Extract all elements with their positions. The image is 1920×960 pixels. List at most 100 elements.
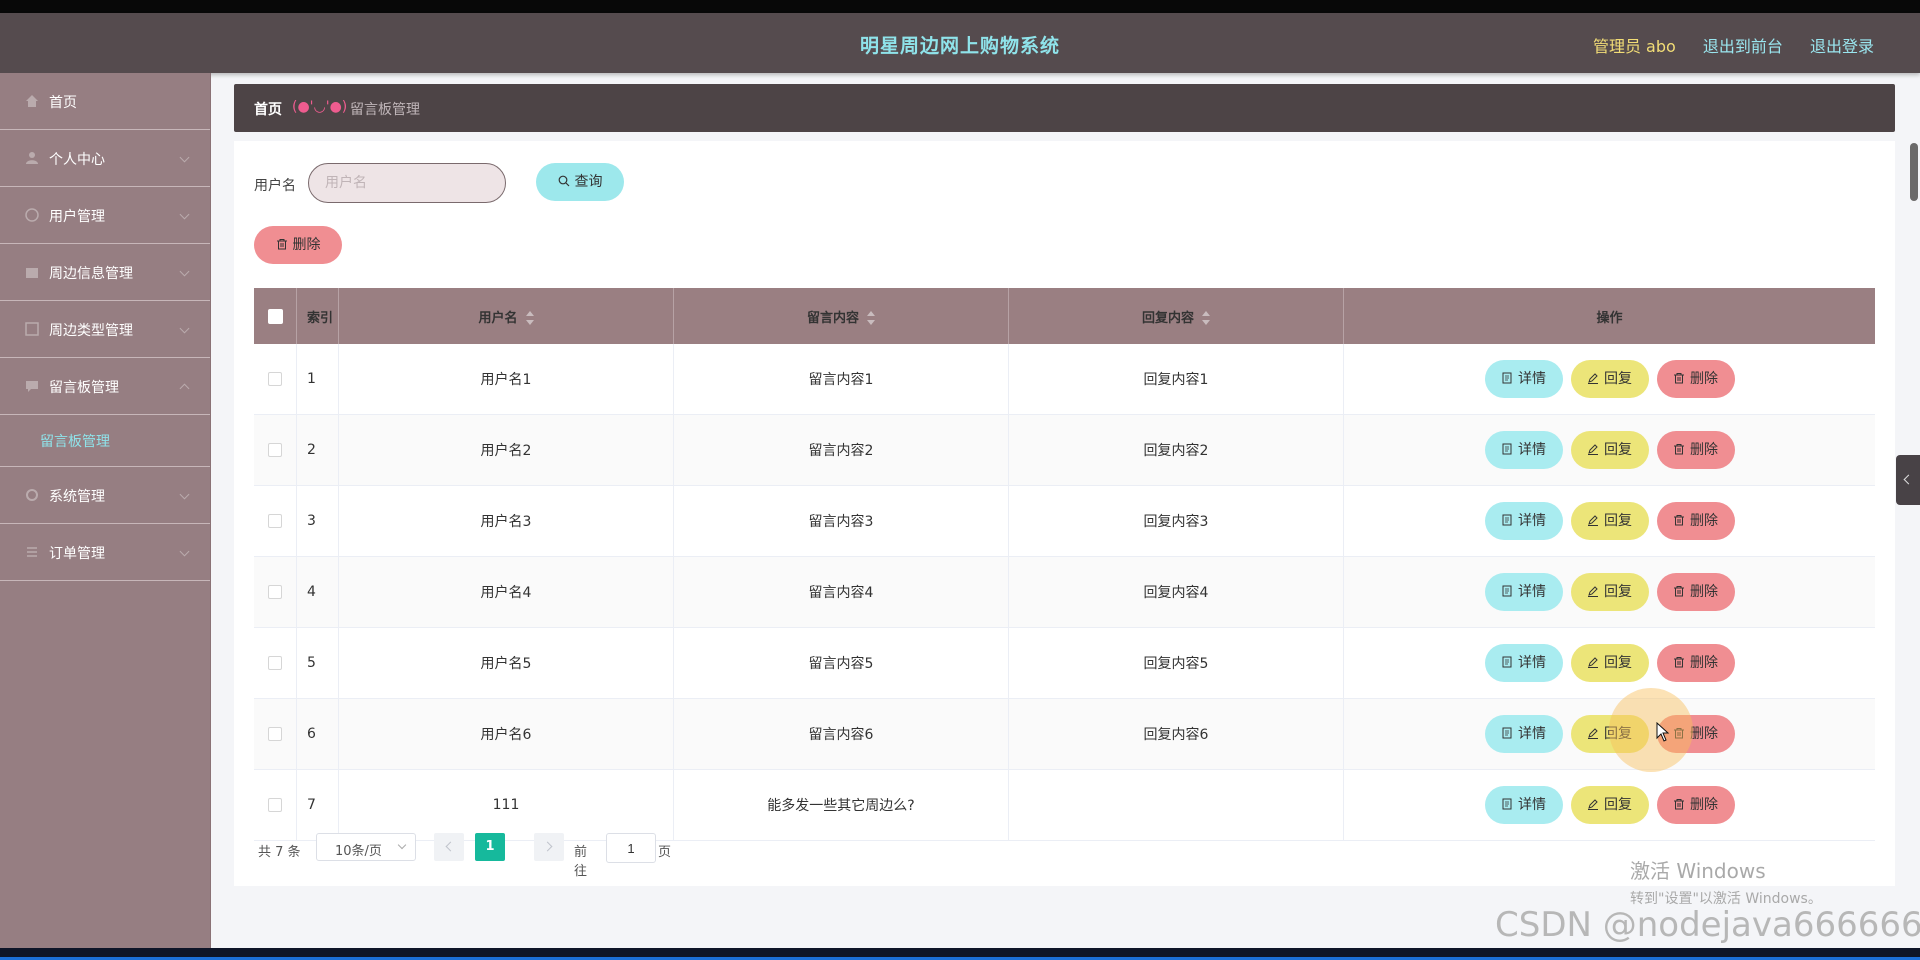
page-scrollbar[interactable] bbox=[1910, 143, 1918, 201]
windows-activation-watermark: 激活 Windows 转到"设置"以激活 Windows。 bbox=[1630, 855, 1822, 908]
sidebar-item-messages[interactable]: 留言板管理 bbox=[0, 358, 210, 415]
breadcrumb-home[interactable]: 首页 bbox=[254, 99, 282, 119]
sort-icon[interactable] bbox=[867, 311, 875, 325]
home-icon bbox=[25, 94, 39, 108]
category-icon bbox=[25, 322, 39, 336]
page-suffix: 页 bbox=[658, 845, 672, 860]
cell-content: 留言内容6 bbox=[673, 698, 1009, 770]
col-reply[interactable]: 回复内容 bbox=[1008, 288, 1344, 344]
sidebar-item-orders[interactable]: 订单管理 bbox=[0, 524, 210, 581]
page-size-value: 10条/页 bbox=[335, 844, 382, 859]
goto-page-input[interactable] bbox=[606, 833, 656, 863]
delete-button[interactable]: 删除 bbox=[1656, 431, 1735, 469]
chevron-up-icon bbox=[179, 383, 190, 394]
content-panel: 用户名 查询 删除 索引 用户名 留言内容 回复内容 操作 1用户名1留言内容1… bbox=[234, 141, 1895, 886]
search-input[interactable] bbox=[308, 163, 506, 203]
side-drawer-toggle[interactable] bbox=[1896, 455, 1920, 505]
edit-icon bbox=[1587, 574, 1599, 597]
cell-index: 2 bbox=[296, 414, 339, 486]
sort-icon[interactable] bbox=[1202, 311, 1210, 325]
query-button[interactable]: 查询 bbox=[536, 163, 624, 201]
sidebar-item-users[interactable]: 用户管理 bbox=[0, 187, 210, 244]
sidebar-item-label: 首页 bbox=[49, 95, 77, 111]
delete-button[interactable]: 删除 bbox=[1656, 786, 1735, 824]
logout-link[interactable]: 退出登录 bbox=[1810, 37, 1874, 56]
cell-username: 用户名2 bbox=[338, 414, 674, 486]
row-checkbox[interactable] bbox=[268, 656, 282, 670]
col-content[interactable]: 留言内容 bbox=[673, 288, 1009, 344]
select-all-checkbox[interactable] bbox=[267, 308, 283, 324]
row-checkbox[interactable] bbox=[268, 585, 282, 599]
delete-button[interactable]: 删除 bbox=[1656, 502, 1735, 540]
detail-button-label: 详情 bbox=[1518, 442, 1546, 458]
page-number-current[interactable]: 1 bbox=[475, 833, 505, 861]
reply-button[interactable]: 回复 bbox=[1570, 786, 1649, 824]
trash-icon bbox=[276, 227, 288, 250]
reply-button-label: 回复 bbox=[1604, 726, 1632, 742]
edit-icon bbox=[1587, 645, 1599, 668]
app-header: 明星周边网上购物系统 管理员 abo 退出到前台 退出登录 bbox=[0, 13, 1920, 73]
row-select-cell bbox=[254, 414, 297, 486]
reply-button[interactable]: 回复 bbox=[1570, 360, 1649, 398]
delete-button-label: 删除 bbox=[1690, 371, 1718, 387]
table-row: 5 用户名5 留言内容5 回复内容5 详情 回复 删除 bbox=[254, 627, 1875, 699]
delete-button[interactable]: 删除 bbox=[1656, 644, 1735, 682]
detail-button[interactable]: 详情 bbox=[1484, 573, 1563, 611]
sidebar-item-label: 系统管理 bbox=[49, 489, 105, 505]
chevron-down-icon bbox=[179, 489, 190, 500]
sidebar: 首页 个人中心 用户管理 周边信息管理 周边类型管理 留言板管理 留言板管理 系… bbox=[0, 73, 211, 948]
detail-button-label: 详情 bbox=[1518, 371, 1546, 387]
table-row: 1 用户名1 留言内容1 回复内容1 详情 回复 删除 bbox=[254, 344, 1875, 415]
delete-button[interactable]: 删除 bbox=[1656, 573, 1735, 611]
batch-delete-button[interactable]: 删除 bbox=[254, 226, 342, 264]
detail-button[interactable]: 详情 bbox=[1484, 644, 1563, 682]
trash-icon bbox=[1673, 503, 1685, 526]
csdn-watermark: CSDN @nodejava666666 bbox=[1495, 905, 1920, 945]
sidebar-item-label: 留言板管理 bbox=[49, 380, 119, 396]
prev-page-button[interactable] bbox=[434, 833, 464, 861]
row-select-cell bbox=[254, 627, 297, 699]
detail-button[interactable]: 详情 bbox=[1484, 360, 1563, 398]
detail-button[interactable]: 详情 bbox=[1484, 786, 1563, 824]
sidebar-subitem-messages[interactable]: 留言板管理 bbox=[0, 415, 210, 467]
row-checkbox[interactable] bbox=[268, 727, 282, 741]
sidebar-item-category[interactable]: 周边类型管理 bbox=[0, 301, 210, 358]
delete-button-label: 删除 bbox=[1690, 655, 1718, 671]
reply-button[interactable]: 回复 bbox=[1570, 502, 1649, 540]
sidebar-item-profile[interactable]: 个人中心 bbox=[0, 130, 210, 187]
row-checkbox[interactable] bbox=[268, 443, 282, 457]
cell-content: 留言内容2 bbox=[673, 414, 1009, 486]
col-index: 索引 bbox=[296, 288, 339, 344]
reply-button-label: 回复 bbox=[1604, 655, 1632, 671]
cell-content: 留言内容1 bbox=[673, 344, 1009, 415]
cell-reply: 回复内容2 bbox=[1008, 414, 1344, 486]
sidebar-item-system[interactable]: 系统管理 bbox=[0, 467, 210, 524]
row-checkbox[interactable] bbox=[268, 372, 282, 386]
next-page-button[interactable] bbox=[534, 833, 564, 861]
detail-button[interactable]: 详情 bbox=[1484, 431, 1563, 469]
row-checkbox[interactable] bbox=[268, 798, 282, 812]
cell-index: 3 bbox=[296, 485, 339, 557]
reply-button[interactable]: 回复 bbox=[1570, 715, 1649, 753]
delete-button-label: 删除 bbox=[1690, 797, 1718, 813]
detail-button-label: 详情 bbox=[1518, 797, 1546, 813]
sort-icon[interactable] bbox=[525, 311, 534, 325]
detail-button[interactable]: 详情 bbox=[1484, 502, 1563, 540]
delete-button[interactable]: 删除 bbox=[1656, 360, 1735, 398]
document-icon bbox=[1501, 645, 1513, 668]
reply-button[interactable]: 回复 bbox=[1570, 431, 1649, 469]
col-username[interactable]: 用户名 bbox=[338, 288, 674, 344]
page-size-select[interactable]: 10条/页 bbox=[316, 833, 416, 861]
sidebar-item-goods[interactable]: 周边信息管理 bbox=[0, 244, 210, 301]
reply-button[interactable]: 回复 bbox=[1570, 644, 1649, 682]
sidebar-item-home[interactable]: 首页 bbox=[0, 73, 210, 130]
message-table: 索引 用户名 留言内容 回复内容 操作 1 用户名1 留言内容1 回复内容1 详情 回复删… bbox=[254, 288, 1875, 841]
detail-button[interactable]: 详情 bbox=[1484, 715, 1563, 753]
reply-button[interactable]: 回复 bbox=[1570, 573, 1649, 611]
detail-button-label: 详情 bbox=[1518, 513, 1546, 529]
back-to-front-link[interactable]: 退出到前台 bbox=[1703, 37, 1783, 56]
table-row: 2 用户名2 留言内容2 回复内容2 详情 回复 删除 bbox=[254, 414, 1875, 486]
edit-icon bbox=[1587, 432, 1599, 455]
row-checkbox[interactable] bbox=[268, 514, 282, 528]
cell-actions: 详情 回复 删除 bbox=[1343, 556, 1875, 628]
